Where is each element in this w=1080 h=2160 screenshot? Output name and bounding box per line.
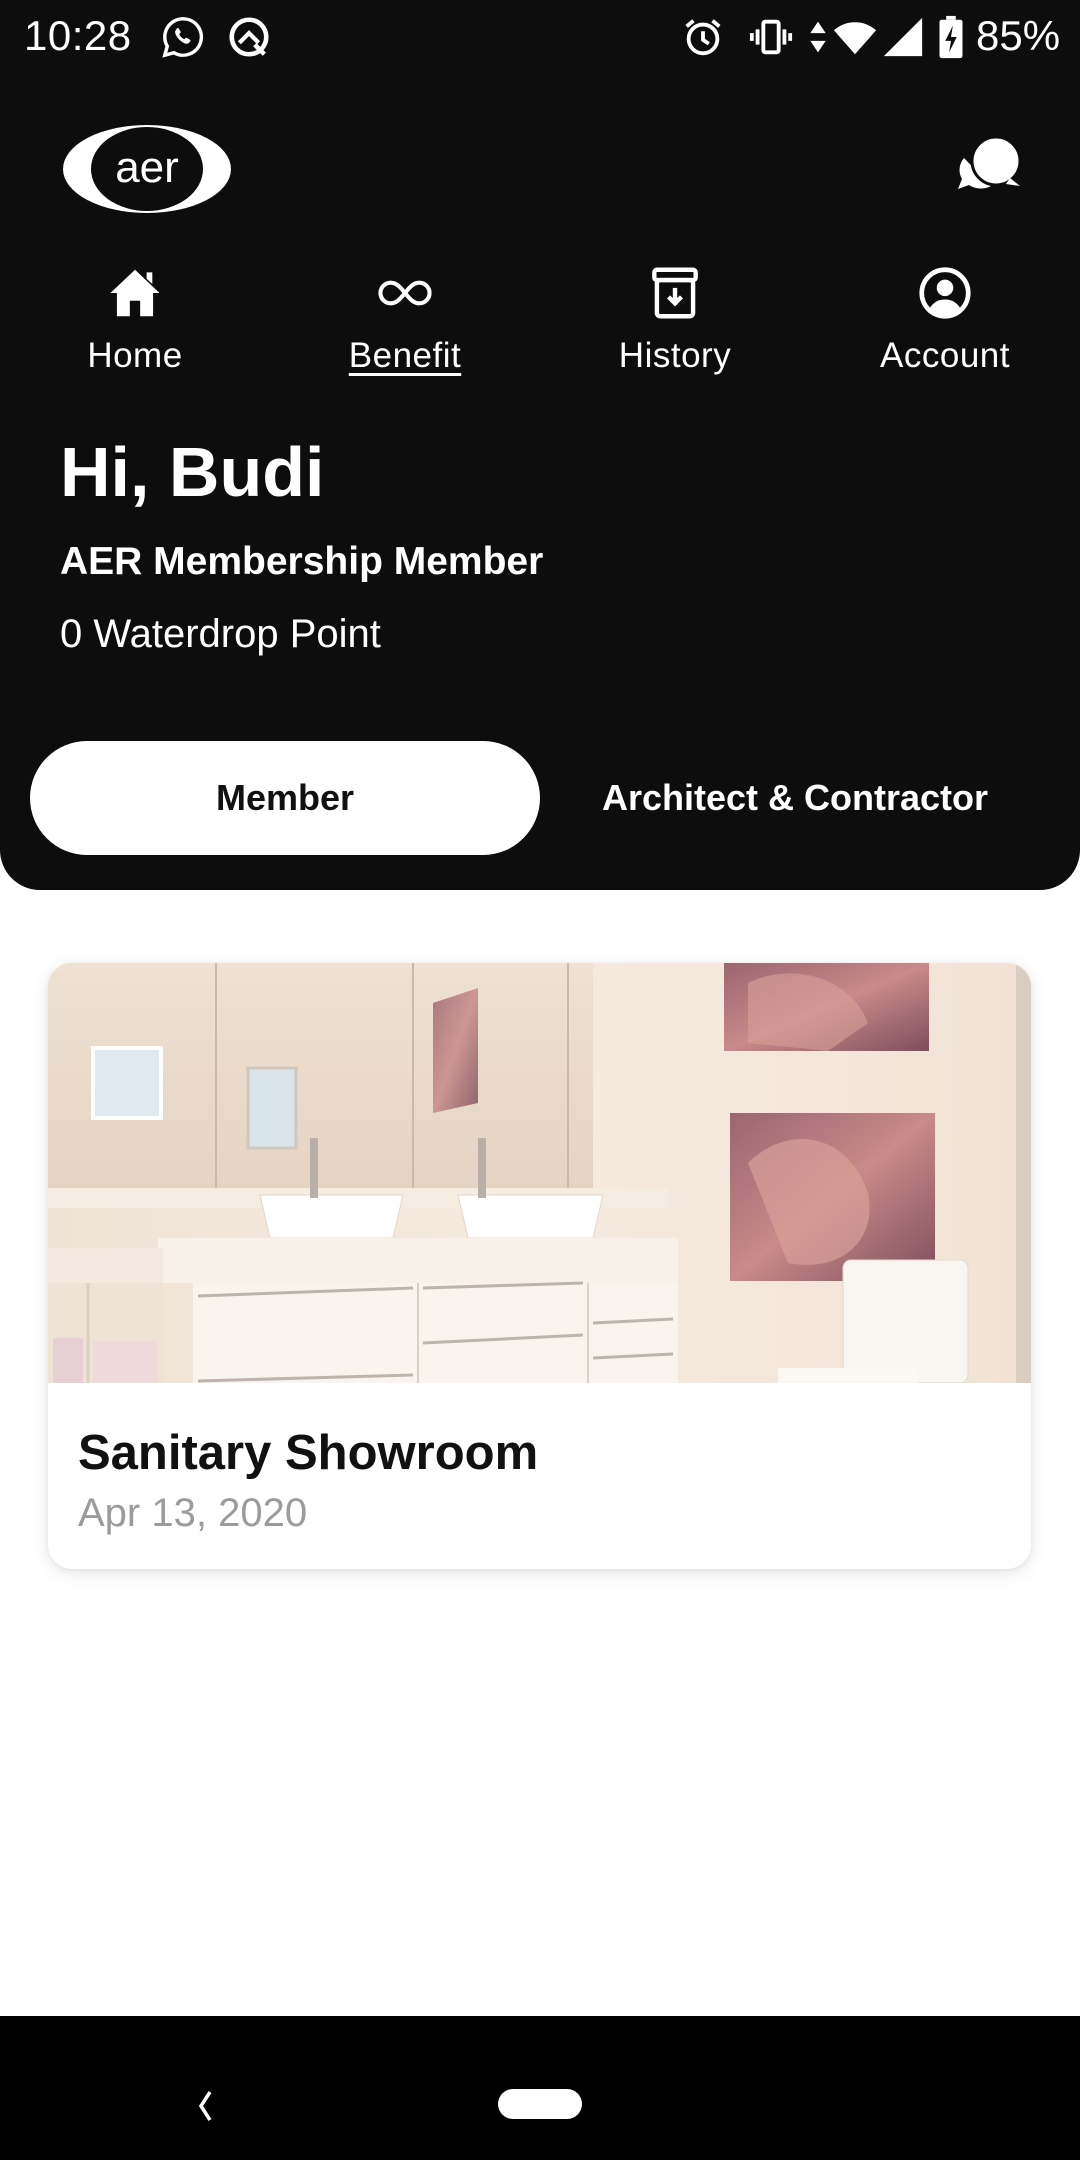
card-date: Apr 13, 2020 — [78, 1491, 308, 1535]
system-nav-bar — [0, 2016, 1080, 2160]
whatsapp-icon — [162, 17, 204, 58]
waterdrop-points: 0 Waterdrop Point — [60, 612, 381, 656]
card-title: Sanitary Showroom — [78, 1426, 539, 1480]
home-icon — [110, 269, 160, 317]
nav-label-home: Home — [87, 336, 183, 375]
bathroom-photo — [48, 963, 1031, 1383]
greeting-heading: Hi, Budi — [60, 433, 325, 511]
bathroom-illustration — [48, 963, 1031, 1383]
alarm-icon — [685, 19, 721, 56]
account-circle-icon — [919, 267, 971, 319]
android-q-icon — [229, 17, 269, 57]
membership-level: AER Membership Member — [60, 540, 544, 583]
benefit-card[interactable]: Sanitary Showroom Apr 13, 2020 — [48, 963, 1031, 1569]
status-time: 10:28 — [24, 12, 132, 59]
chat-bubbles-icon[interactable] — [950, 128, 1030, 208]
nav-label-history: History — [618, 336, 732, 375]
logo-text: aer — [115, 143, 179, 192]
main-nav: Home Benefit History Account — [0, 262, 1080, 402]
vibrate-icon — [749, 19, 793, 55]
nav-item-account[interactable]: Account — [810, 262, 1080, 402]
nav-label-benefit: Benefit — [348, 336, 462, 375]
data-arrows-icon — [810, 21, 826, 53]
nav-label-account: Account — [880, 336, 1010, 375]
tab-member[interactable]: Member — [30, 741, 540, 855]
back-chevron-icon[interactable] — [190, 2086, 220, 2126]
home-pill-icon[interactable] — [498, 2089, 582, 2119]
nav-item-home[interactable]: Home — [0, 262, 270, 402]
wifi-icon — [833, 22, 877, 55]
battery-charging-icon — [939, 15, 963, 59]
header-panel: 10:28 85% aer Home Benefit History Accou… — [0, 0, 1080, 890]
archive-download-icon — [652, 267, 698, 319]
nav-item-benefit[interactable]: Benefit — [270, 262, 540, 402]
aer-logo: aer — [63, 125, 231, 213]
tab-architect-contractor[interactable]: Architect & Contractor — [540, 741, 1050, 855]
status-bar: 10:28 85% — [0, 0, 1080, 72]
nav-item-history[interactable]: History — [540, 262, 810, 402]
cell-signal-icon — [883, 17, 923, 57]
infinity-icon — [378, 280, 432, 306]
battery-percent: 85% — [976, 12, 1061, 59]
